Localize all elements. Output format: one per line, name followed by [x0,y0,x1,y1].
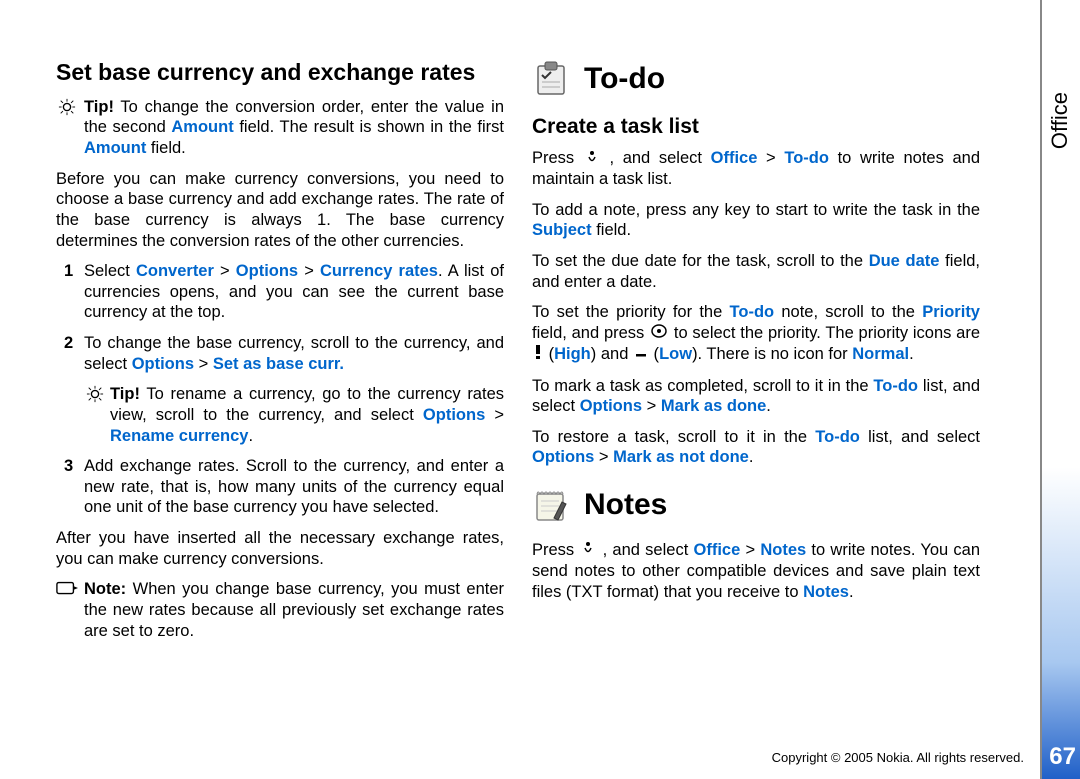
notes-icon [532,486,570,524]
step-number: 1 [64,261,73,282]
copyright-text: Copyright © 2005 Nokia. All rights reser… [772,750,1024,765]
todo-title: To-do [584,60,665,98]
steps-list: 1 Select Converter > Options > Currency … [56,261,504,518]
p-due-date: To set the due date for the task, scroll… [532,251,980,292]
tip-label: Tip! [84,98,114,116]
note-label: Note: [84,580,126,598]
section-notes: Notes [532,486,980,524]
tip-label: Tip! [110,385,140,403]
para-after: After you have inserted all the necessar… [56,528,504,569]
tip-icon [56,98,78,122]
step-3: 3 Add exchange rates. Scroll to the curr… [56,456,504,518]
step-number: 2 [64,333,73,354]
scroll-key-icon [651,323,667,344]
para-intro: Before you can make currency conversions… [56,169,504,252]
p-press-todo: Press , and select Office > To-do to wri… [532,148,980,190]
high-priority-icon [534,344,542,366]
side-tab: Office 67 [1040,0,1080,779]
p-priority: To set the priority for the To-do note, … [532,302,980,365]
left-column: Set base currency and exchange rates Tip… [56,58,504,758]
p-mark-done: To mark a task as completed, scroll to i… [532,376,980,417]
menu-key-icon [581,540,595,561]
side-tab-label: Office [1047,92,1073,149]
p-press-notes: Press , and select Office > Notes to wri… [532,540,980,602]
p-add-note: To add a note, press any key to start to… [532,200,980,241]
heading-base-currency: Set base currency and exchange rates [56,58,504,87]
right-column: To-do Create a task list Press , and sel… [532,58,980,758]
note-base-currency: Note: When you change base currency, you… [84,579,504,641]
heading-create-task: Create a task list [532,114,980,140]
p-mark-not-done: To restore a task, scroll to it in the T… [532,427,980,468]
low-priority-icon [635,344,647,365]
step-number: 3 [64,456,73,477]
menu-key-icon [585,149,599,170]
section-todo: To-do [532,60,980,98]
tip-rename-currency: Tip! To rename a currency, go to the cur… [84,384,504,446]
step-1: 1 Select Converter > Options > Currency … [56,261,504,323]
page-number: 67 [1049,743,1076,771]
todo-icon [532,60,570,98]
note-icon [56,580,78,602]
tip-conversion-order: Tip! To change the conversion order, ent… [84,97,504,159]
tip-icon [84,385,106,409]
notes-title: Notes [584,486,667,524]
step-2: 2 To change the base currency, scroll to… [56,333,504,446]
page-content: Set base currency and exchange rates Tip… [56,58,980,758]
